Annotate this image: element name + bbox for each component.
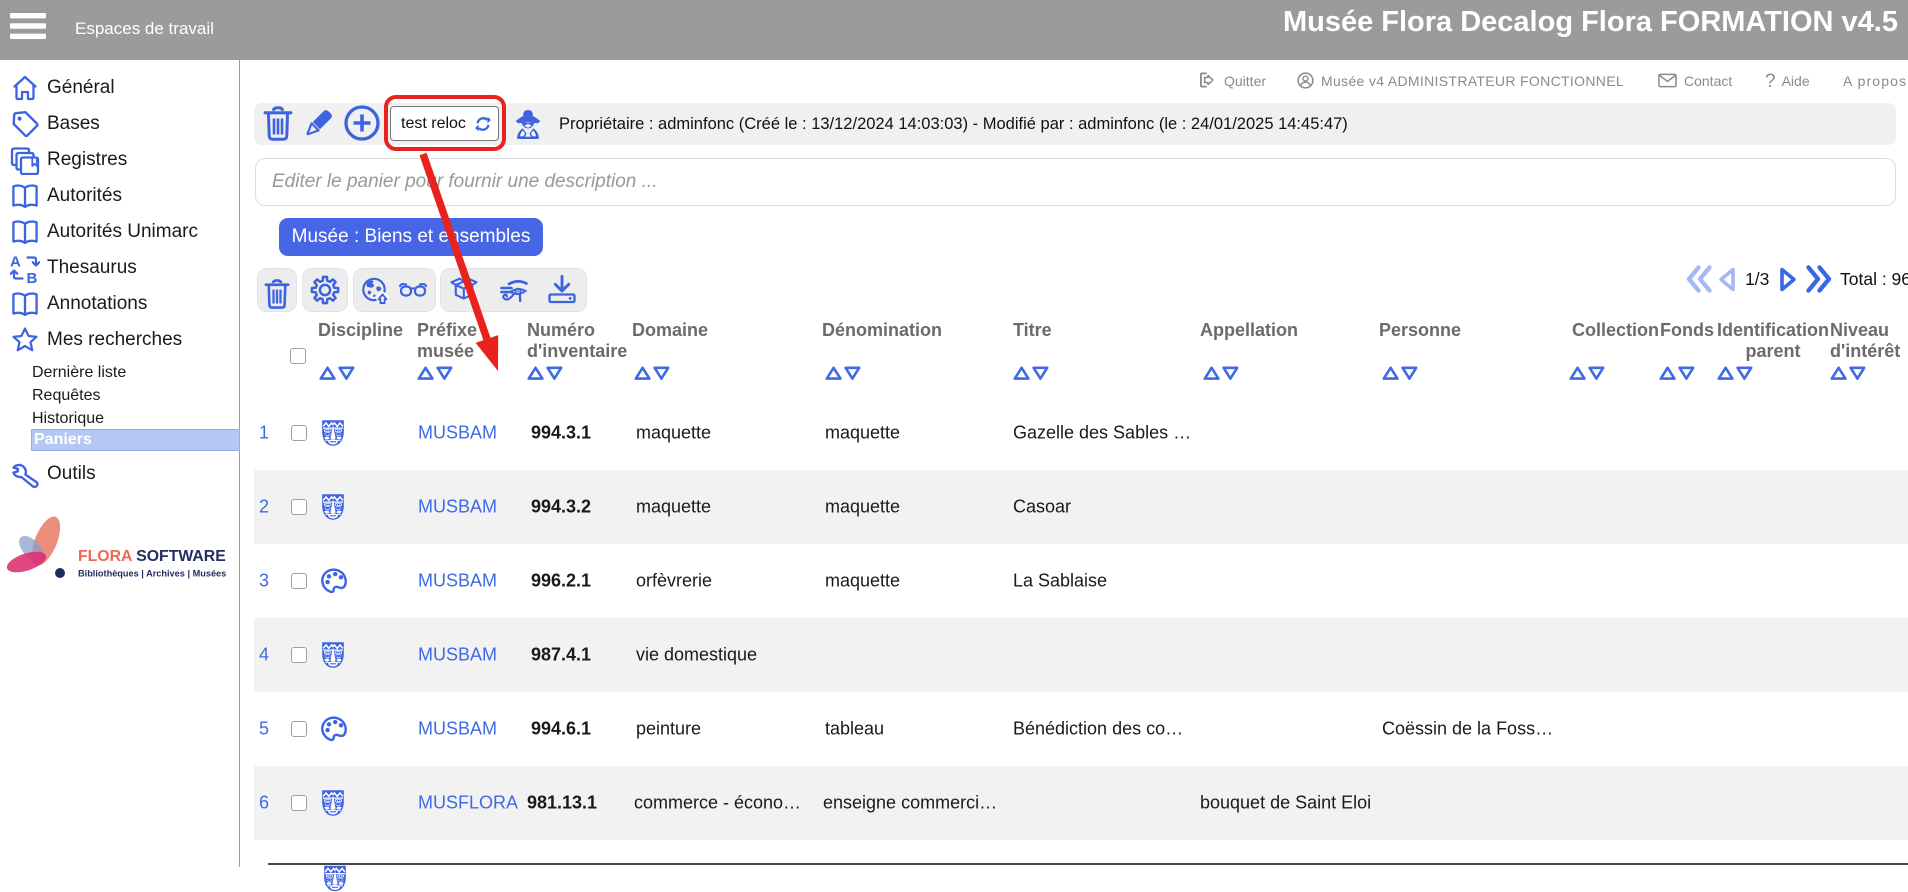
svg-text:Bibliothèques | Archives | Mus: Bibliothèques | Archives | Musées: [78, 569, 226, 579]
svg-text:FLORA SOFTWARE: FLORA SOFTWARE: [78, 548, 226, 565]
